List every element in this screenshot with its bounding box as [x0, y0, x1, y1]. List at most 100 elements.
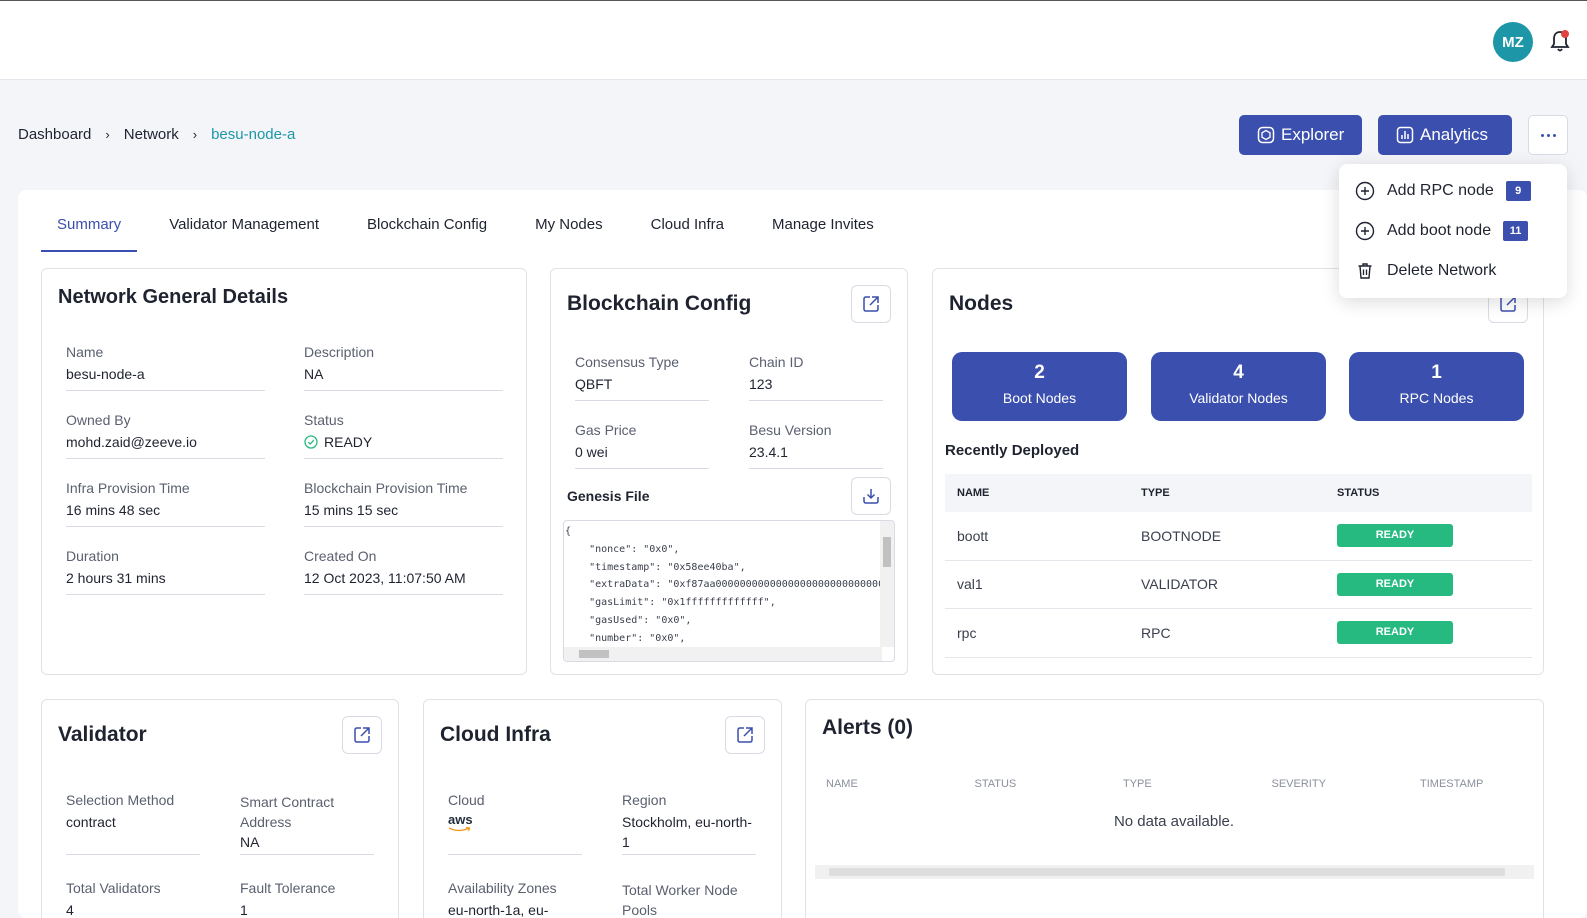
field-value: Stockholm, eu-north-1 [622, 814, 752, 850]
table-row[interactable]: boott BOOTNODE READY [945, 512, 1532, 561]
table-row[interactable]: val1 VALIDATOR READY [945, 561, 1532, 609]
scrollbar-thumb[interactable] [579, 650, 609, 658]
menu-item-label: Add RPC node [1387, 182, 1494, 199]
breadcrumb-separator: › [105, 127, 110, 142]
node-count: 4 [1233, 362, 1244, 383]
blockchain-config-title: Blockchain Config [567, 292, 752, 315]
node-type: VALIDATOR [1141, 576, 1219, 593]
tab-blockchain-config[interactable]: Blockchain Config [351, 208, 503, 252]
field-owned-by: Owned By mohd.zaid@zeeve.io [66, 412, 265, 459]
count-badge: 11 [1503, 221, 1529, 241]
field-chain-id: Chain ID 123 [749, 354, 883, 401]
node-type: BOOTNODE [1141, 527, 1222, 544]
network-details-title: Network General Details [58, 286, 289, 308]
node-name: boott [957, 527, 989, 544]
alerts-title: Alerts (0) [822, 716, 914, 739]
field-description: Description NA [304, 344, 503, 391]
menu-item-add-boot-node[interactable]: Add boot node 11 [1355, 219, 1529, 243]
recently-deployed-title: Recently Deployed [945, 442, 1080, 459]
scrollbar-thumb[interactable] [883, 537, 891, 567]
explorer-icon [1257, 126, 1275, 144]
rpc-nodes-card[interactable]: 1 RPC Nodes [1349, 352, 1524, 421]
blockchain-config-open-button[interactable] [851, 285, 891, 323]
column-header-timestamp: TIMESTAMP [1420, 778, 1484, 790]
column-header-name: NAME [957, 487, 990, 499]
genesis-download-button[interactable] [851, 477, 891, 515]
genesis-file-content: { "nonce": "0x0", "timestamp": "0x58ee40… [565, 526, 880, 644]
breadcrumb-network[interactable]: Network [124, 126, 179, 143]
menu-item-delete-network[interactable]: Delete Network [1355, 259, 1496, 283]
validator-title: Validator [58, 723, 147, 746]
plus-circle-icon [1355, 181, 1375, 201]
table-row[interactable]: rpc RPC READY [945, 609, 1532, 658]
field-value: QBFT [575, 376, 613, 392]
field-label: Duration [66, 548, 119, 564]
boot-nodes-card[interactable]: 2 Boot Nodes [952, 352, 1127, 421]
field-value: NA [240, 834, 260, 850]
field-value: 123 [749, 376, 773, 392]
node-card-label: Validator Nodes [1189, 390, 1288, 406]
alerts-panel [805, 699, 1544, 918]
breadcrumb-dashboard[interactable]: Dashboard [18, 126, 91, 143]
tab-validator-management[interactable]: Validator Management [153, 208, 335, 252]
field-value: 1 [240, 902, 248, 918]
field-fault-tolerance: Fault Tolerance 1 [240, 880, 374, 918]
field-label: Infra Provision Time [66, 480, 190, 496]
aws-logo: aws [448, 812, 582, 833]
user-avatar[interactable]: MZ [1493, 22, 1533, 62]
more-options-button[interactable] [1528, 115, 1568, 155]
field-label: Total Validators [66, 880, 161, 896]
breadcrumb-separator: › [192, 127, 198, 142]
field-label: Status [304, 412, 344, 428]
analytics-icon [1396, 126, 1414, 144]
tab-manage-invites[interactable]: Manage Invites [756, 208, 890, 252]
field-value: 15 mins 15 sec [304, 502, 399, 518]
explorer-button[interactable]: Explorer [1239, 115, 1362, 155]
column-header-type: TYPE [1141, 487, 1170, 499]
genesis-file-viewer[interactable]: { "nonce": "0x0", "timestamp": "0x58ee40… [563, 520, 895, 662]
field-label: Total Worker Node Pools [622, 882, 738, 918]
bell-icon[interactable] [1548, 29, 1572, 55]
field-value: contract [66, 814, 116, 830]
alerts-table-header: NAME STATUS TYPE SEVERITY TIMESTAMP [826, 778, 1569, 790]
field-label: Gas Price [575, 422, 637, 438]
plus-circle-icon [1355, 221, 1375, 241]
field-label: Cloud [448, 792, 485, 808]
field-value: mohd.zaid@zeeve.io [66, 434, 197, 450]
dot-icon [1552, 133, 1556, 137]
dot-icon [1540, 133, 1544, 137]
node-count: 1 [1431, 362, 1442, 383]
external-link-icon [354, 727, 370, 743]
tab-summary[interactable]: Summary [41, 208, 138, 252]
tab-my-nodes[interactable]: My Nodes [519, 208, 619, 252]
horizontal-scrollbar[interactable] [564, 647, 882, 661]
field-label: Description [304, 344, 375, 360]
status-text: READY [324, 434, 373, 450]
network-details-panel [41, 268, 527, 675]
field-total-validators: Total Validators 4 [66, 880, 200, 918]
field-gas-price: Gas Price 0 wei [575, 422, 709, 469]
tab-cloud-infra[interactable]: Cloud Infra [635, 208, 740, 252]
vertical-scrollbar[interactable] [880, 521, 894, 647]
external-link-icon [737, 727, 753, 743]
menu-item-add-rpc-node[interactable]: Add RPC node 9 [1355, 179, 1531, 203]
alerts-horizontal-scrollbar[interactable] [815, 865, 1534, 879]
recently-deployed-table: NAME TYPE STATUS boott BOOTNODE READY va… [945, 474, 1532, 658]
field-name: Name besu-node-a [66, 344, 265, 391]
field-smart-contract-address: Smart Contract Address NA [240, 792, 374, 855]
field-value: NA [304, 366, 324, 382]
cloud-infra-open-button[interactable] [725, 716, 765, 754]
field-label: Name [66, 344, 104, 360]
column-header-severity: SEVERITY [1271, 778, 1326, 790]
status-badge: READY [1337, 572, 1453, 596]
field-value: eu-north-1a, eu- [448, 902, 549, 918]
explorer-label: Explorer [1281, 125, 1345, 144]
validator-open-button[interactable] [342, 716, 382, 754]
download-icon [863, 489, 879, 504]
scrollbar-thumb[interactable] [829, 868, 1505, 876]
validator-nodes-card[interactable]: 4 Validator Nodes [1151, 352, 1326, 421]
analytics-button[interactable]: Analytics [1378, 115, 1512, 155]
column-header-status: STATUS [974, 778, 1017, 790]
external-link-icon [863, 296, 879, 312]
nodes-title: Nodes [949, 292, 1014, 315]
